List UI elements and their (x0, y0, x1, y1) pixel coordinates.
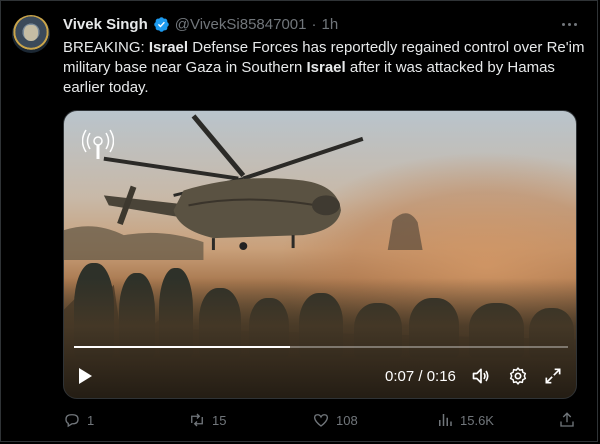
share-icon (560, 412, 574, 427)
tweet-time[interactable]: 1h (321, 16, 338, 33)
fullscreen-icon[interactable] (543, 366, 563, 386)
volume-icon[interactable] (471, 366, 491, 386)
separator: · (311, 15, 317, 33)
tweet-header: Vivek Singh @VivekSi85847001 · 1h (63, 13, 338, 35)
video-player[interactable]: 0:07 / 0:16 (63, 110, 577, 399)
author-name[interactable]: Vivek Singh (63, 16, 148, 33)
tweet-text-part: Israel (148, 39, 189, 56)
views-button[interactable]: 15.6K (436, 411, 494, 429)
share-button[interactable] (558, 411, 576, 429)
reply-icon (65, 414, 79, 428)
tweet-card[interactable]: Vivek Singh @VivekSi85847001 · 1h BREAKI… (0, 0, 598, 442)
repost-icon (191, 413, 203, 427)
like-button[interactable]: 108 (312, 411, 358, 429)
tweet-actions: 1 15 108 15.6K (1, 405, 600, 435)
author-handle[interactable]: @VivekSi85847001 (175, 16, 307, 33)
video-progress-fill (74, 346, 291, 348)
video-progress-bar[interactable] (74, 346, 568, 348)
author-avatar[interactable] (12, 15, 50, 53)
idf-spokesperson-logo (82, 129, 114, 159)
reply-count: 1 (87, 412, 95, 428)
tweet-text-part: Israel (306, 59, 346, 76)
views-count: 15.6K (460, 412, 494, 428)
video-timecode: 0:07 / 0:16 (385, 368, 456, 385)
like-count: 108 (336, 412, 358, 428)
views-icon (439, 414, 452, 426)
more-icon[interactable] (557, 15, 581, 33)
play-icon[interactable] (76, 367, 94, 385)
repost-count: 15 (212, 412, 227, 428)
verified-badge-icon (154, 16, 169, 32)
video-controls: 0:07 / 0:16 (64, 361, 576, 391)
tweet-text: BREAKING: Israel Defense Forces has repo… (63, 38, 588, 98)
reply-button[interactable]: 1 (63, 411, 94, 429)
like-icon (313, 414, 329, 427)
settings-icon[interactable] (508, 366, 528, 386)
repost-button[interactable]: 15 (188, 411, 226, 429)
tweet-text-part: BREAKING: (63, 39, 149, 56)
